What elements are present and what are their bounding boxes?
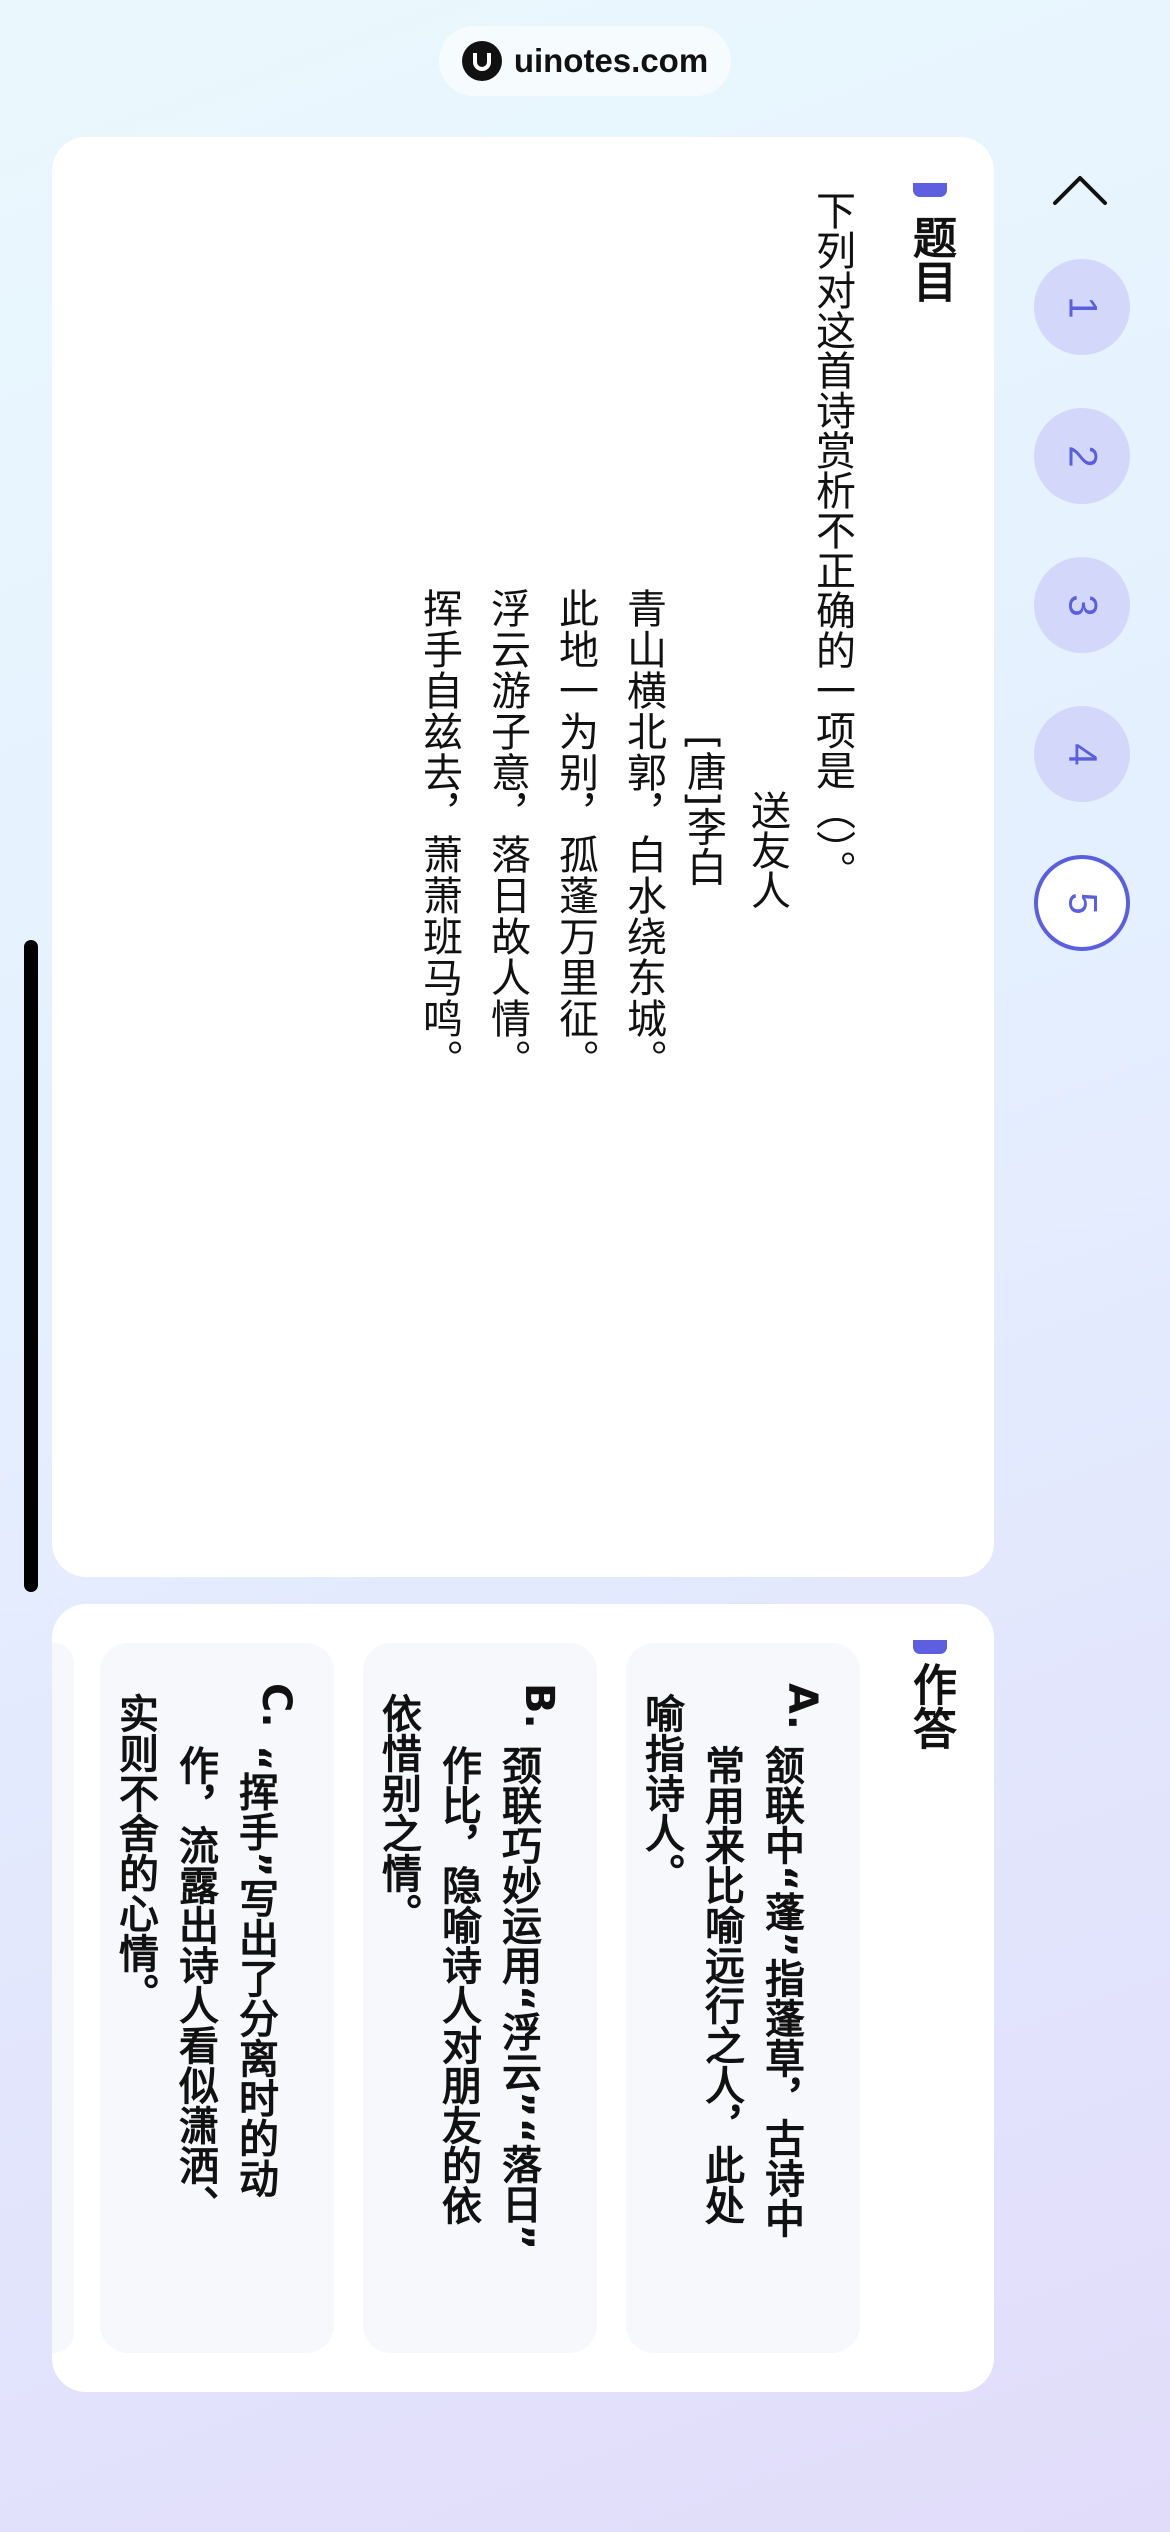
section-accent-bar [913, 1640, 947, 1654]
question-nav-3[interactable]: 3 [1034, 557, 1130, 653]
question-nav-label: 4 [1060, 742, 1105, 766]
option-letter: C. [253, 1683, 299, 1728]
uinotes-logo-icon [461, 41, 502, 81]
option-line: 依惜别之情。 [375, 1693, 421, 1933]
option-c[interactable]: C. “挥手”写出了分离时的动 作，流露出诗人看似潇洒、 实则不舍的心情。 [100, 1643, 334, 2353]
option-line: 作比，隐喻诗人对朋友的依 [435, 1745, 481, 2225]
option-line: 作，流露出诗人看似潇洒、 [172, 1745, 218, 2225]
poem-line: 挥手自兹去，萧萧班马鸣。 [416, 588, 462, 1080]
watermark-text: uinotes.com [513, 42, 709, 79]
chevron-up-icon[interactable] [1052, 165, 1108, 221]
scrollbar-thumb[interactable] [24, 940, 38, 1592]
poem-line: 此地一为别，孤蓬万里征。 [552, 588, 598, 1080]
option-letter: A. [779, 1683, 825, 1730]
question-prompt: 下列对这首诗赏析不正确的一项是（）。 [809, 190, 855, 890]
option-line: 颈联巧妙运用“浮云”“落日” [495, 1745, 541, 2251]
option-line: 实则不舍的心情。 [112, 1693, 158, 2013]
option-a[interactable]: A. 颔联中“蓬”指蓬草，古诗中 常用来比喻远行之人，此处 喻指诗人。 [626, 1643, 860, 2353]
watermark-badge: uinotes.com [439, 26, 731, 96]
poem-author: [唐]李白 [680, 735, 726, 887]
question-nav-2[interactable]: 2 [1034, 408, 1130, 504]
question-nav-4[interactable]: 4 [1034, 706, 1130, 802]
option-line: 喻指诗人。 [638, 1693, 684, 1893]
question-section-title: 题目 [905, 215, 956, 303]
poem-title: 送友人 [744, 790, 790, 910]
question-nav-5[interactable]: 5 [1034, 855, 1130, 951]
question-nav-1[interactable]: 1 [1034, 259, 1130, 355]
poem-line: 青山横北郭，白水绕东城。 [620, 588, 666, 1080]
option-letter: B. [516, 1683, 562, 1729]
option-b[interactable]: B. 颈联巧妙运用“浮云”“落日” 作比，隐喻诗人对朋友的依 依惜别之情。 [363, 1643, 597, 2353]
poem-line: 浮云游子意，落日故人情。 [484, 588, 530, 1080]
question-nav-label: 2 [1060, 444, 1105, 468]
question-nav-label: 3 [1060, 593, 1105, 617]
option-d-peek[interactable] [52, 1643, 74, 2353]
answer-section-title: 作答 [905, 1662, 956, 1750]
option-line: 颔联中“蓬”指蓬草，古诗中 [758, 1745, 804, 2238]
option-line: 常用来比喻远行之人，此处 [698, 1745, 744, 2225]
question-nav-label: 5 [1060, 891, 1105, 915]
question-nav-label: 1 [1060, 295, 1105, 319]
section-accent-bar [913, 183, 947, 197]
option-line: “挥手”写出了分离时的动 [232, 1745, 278, 2198]
